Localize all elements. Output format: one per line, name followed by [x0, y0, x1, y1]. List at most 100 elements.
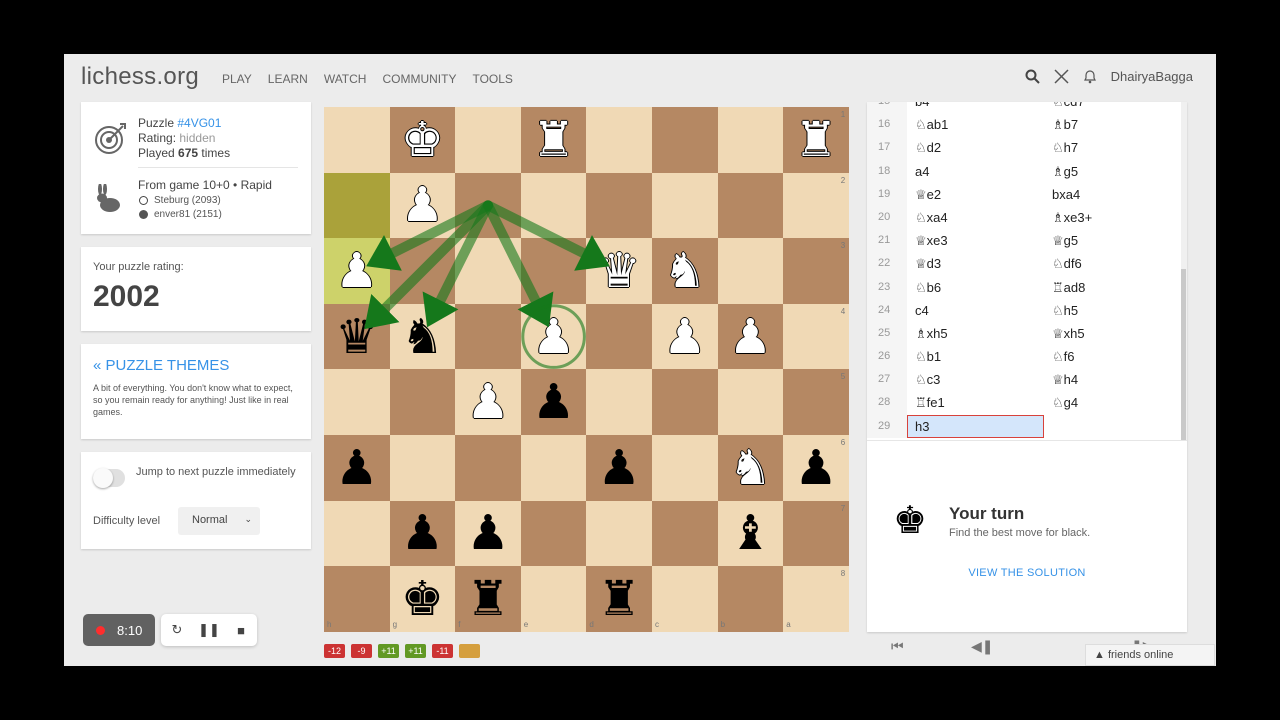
white-pawn-h3[interactable]: ♟ — [324, 238, 390, 304]
black-move[interactable]: ♕g5 — [1044, 229, 1181, 252]
black-pawn-f7[interactable]: ♟ — [455, 501, 521, 567]
white-move[interactable]: ♗xh5 — [907, 322, 1044, 345]
square-f4[interactable] — [455, 303, 521, 370]
friends-online-button[interactable]: ▲ friends online — [1085, 644, 1215, 666]
eval-chip[interactable]: -11 — [432, 644, 453, 658]
square-c1[interactable] — [652, 107, 718, 173]
white-king-g1[interactable]: ♚ — [390, 107, 456, 173]
square-b1[interactable] — [717, 107, 784, 173]
white-move[interactable]: ♘ab1 — [907, 113, 1044, 136]
black-move[interactable]: ♗g5 — [1044, 160, 1181, 183]
chess-board[interactable]: 1 2 3 4 5 6 7 8 h g f e d c b a ♚ ♜ ♜ ♟ ♟ ♛ ♞ ♛ ♞ ♟ ♟ ♟ ♟ ♟ ♟ ♟ ♞ ♟ ♟ ♟ ♝ ♚ ♜ ♜ — [324, 107, 849, 632]
square-f1[interactable] — [455, 107, 521, 173]
eval-chip[interactable]: -12 — [324, 644, 345, 658]
black-move[interactable]: ♘f6 — [1044, 345, 1181, 368]
difficulty-select[interactable]: Normal ⌄ — [178, 507, 260, 535]
eval-chip[interactable]: +11 — [405, 644, 426, 658]
white-knight-c3[interactable]: ♞ — [652, 238, 718, 304]
square-f2[interactable] — [455, 172, 521, 239]
square-d7[interactable] — [586, 500, 652, 567]
previous-move-icon[interactable]: ◀❚ — [971, 638, 994, 655]
first-move-icon[interactable]: ⏮ — [891, 638, 904, 655]
white-rook-e1[interactable]: ♜ — [521, 107, 587, 173]
search-icon[interactable] — [1025, 69, 1040, 84]
square-g5[interactable] — [389, 369, 456, 435]
black-move[interactable]: ♕xh5 — [1044, 322, 1181, 345]
black-rook-f8[interactable]: ♜ — [455, 566, 521, 632]
site-logo[interactable]: lichess.org — [81, 63, 199, 91]
nav-watch[interactable]: WATCH — [324, 72, 367, 86]
black-pawn-h6[interactable]: ♟ — [324, 435, 390, 501]
white-move[interactable]: ♕xe3 — [907, 229, 1044, 252]
white-player[interactable]: Steburg (2093) — [154, 195, 221, 206]
square-a8[interactable] — [783, 566, 849, 632]
square-a7[interactable] — [783, 500, 849, 567]
puzzle-themes-link[interactable]: « PUZZLE THEMES — [93, 357, 229, 374]
square-d5[interactable] — [586, 369, 652, 435]
square-e2[interactable] — [520, 172, 587, 239]
square-d1[interactable] — [586, 107, 652, 173]
square-h2[interactable] — [324, 172, 390, 239]
nav-play[interactable]: PLAY — [222, 72, 252, 86]
black-move[interactable]: ♘g4 — [1044, 391, 1181, 414]
black-knight-g4[interactable]: ♞ — [390, 304, 456, 370]
white-move[interactable]: ♘b6 — [907, 276, 1044, 299]
black-queen-h4[interactable]: ♛ — [324, 304, 390, 370]
black-pawn-d6[interactable]: ♟ — [586, 435, 652, 501]
square-d2[interactable] — [586, 172, 652, 239]
square-g6[interactable] — [389, 435, 456, 501]
game-info[interactable]: From game 10+0 • Rapid — [138, 178, 272, 192]
nav-learn[interactable]: LEARN — [268, 72, 308, 86]
black-pawn-a6[interactable]: ♟ — [783, 435, 849, 501]
square-h1[interactable] — [324, 107, 390, 173]
square-b8[interactable] — [717, 566, 784, 632]
square-h8[interactable] — [324, 566, 390, 632]
white-move[interactable]: ♘xa4 — [907, 206, 1044, 229]
nav-tools[interactable]: TOOLS — [472, 72, 512, 86]
white-move[interactable]: a4 — [907, 160, 1044, 183]
black-move[interactable] — [1044, 415, 1181, 438]
white-pawn-e4[interactable]: ♟ — [521, 304, 587, 370]
eval-chip[interactable]: -9 — [351, 644, 372, 658]
square-e6[interactable] — [520, 435, 587, 501]
square-f6[interactable] — [455, 435, 521, 501]
square-g3[interactable] — [389, 238, 456, 304]
white-move[interactable]: ♘d2 — [907, 136, 1044, 159]
square-b2[interactable] — [717, 172, 784, 239]
black-king-g8[interactable]: ♚ — [390, 566, 456, 632]
black-move[interactable]: ♘cd7 — [1044, 102, 1181, 113]
square-e8[interactable] — [520, 566, 587, 632]
recording-indicator[interactable]: 8:10 — [83, 614, 155, 646]
square-e7[interactable] — [520, 500, 587, 567]
white-pawn-b4[interactable]: ♟ — [718, 304, 784, 370]
square-d4[interactable] — [586, 303, 652, 370]
black-move[interactable]: ♘h5 — [1044, 299, 1181, 322]
black-move[interactable]: ♕h4 — [1044, 368, 1181, 391]
black-move[interactable]: ♖ad8 — [1044, 276, 1181, 299]
black-move[interactable]: ♘df6 — [1044, 252, 1181, 275]
white-pawn-g2[interactable]: ♟ — [390, 173, 456, 239]
black-player[interactable]: enver81 (2151) — [154, 209, 222, 220]
black-pawn-e5[interactable]: ♟ — [521, 369, 587, 435]
scrollbar-thumb[interactable] — [1181, 269, 1186, 440]
square-b3[interactable] — [717, 238, 784, 304]
notification-bell-icon[interactable] — [1083, 69, 1097, 84]
white-move[interactable]: ♕d3 — [907, 252, 1044, 275]
pause-icon[interactable]: ❚❚ — [193, 614, 225, 646]
challenge-swords-icon[interactable] — [1054, 69, 1069, 84]
square-f3[interactable] — [455, 238, 521, 304]
white-move[interactable]: ♘b1 — [907, 345, 1044, 368]
white-move[interactable]: h3 — [907, 414, 1044, 438]
square-c2[interactable] — [652, 172, 718, 239]
square-a4[interactable] — [783, 303, 849, 370]
square-a5[interactable] — [783, 369, 849, 435]
square-c7[interactable] — [652, 500, 718, 567]
white-move[interactable]: ♖fe1 — [907, 391, 1044, 414]
nav-community[interactable]: COMMUNITY — [382, 72, 456, 86]
square-h7[interactable] — [324, 500, 390, 567]
square-e3[interactable] — [520, 238, 587, 304]
white-move[interactable]: b4 — [907, 102, 1044, 113]
black-move[interactable]: ♗xe3+ — [1044, 206, 1181, 229]
square-a2[interactable] — [783, 172, 849, 239]
square-c6[interactable] — [652, 435, 718, 501]
